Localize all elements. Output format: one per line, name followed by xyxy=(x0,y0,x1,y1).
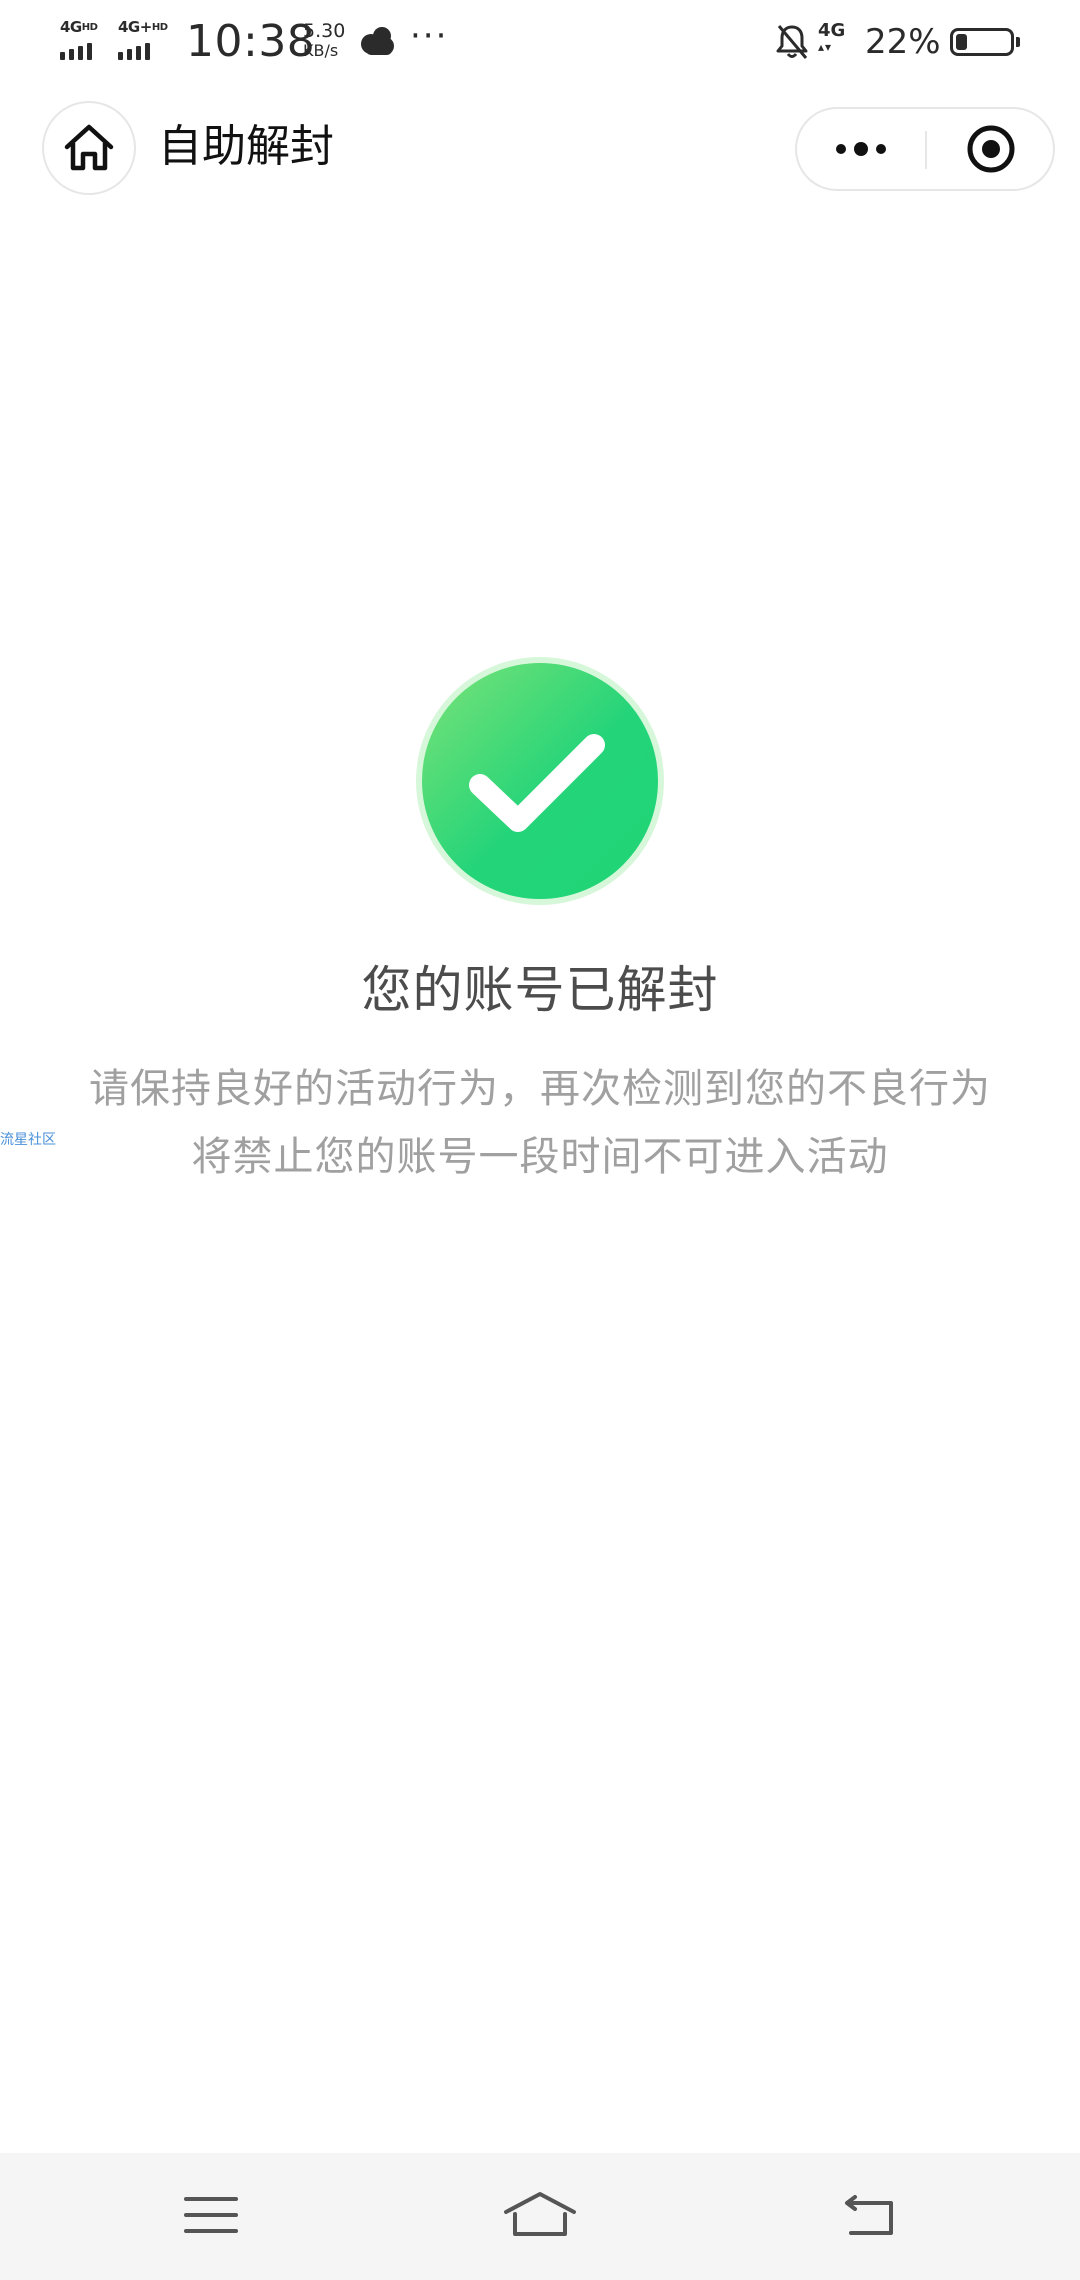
home-outline-icon xyxy=(504,2192,576,2236)
sim1-label: 4G xyxy=(60,18,82,36)
sim1-sup: HD xyxy=(81,22,98,33)
home-button[interactable] xyxy=(42,101,136,195)
check-circle-icon xyxy=(414,655,666,907)
result-desc-line1: 请保持良好的活动行为，再次检测到您的不良行为 xyxy=(89,1066,991,1112)
data-arrows-icon: ▴▾ xyxy=(818,40,833,54)
page-title: 自助解封 xyxy=(158,121,334,172)
system-home-button[interactable] xyxy=(480,2175,600,2255)
home-icon xyxy=(64,124,114,171)
data-type-label: 4G xyxy=(818,20,846,41)
watermark: 流星社区 xyxy=(0,1132,56,1148)
result-desc-line2: 将禁止您的账号一段时间不可进入活动 xyxy=(191,1134,889,1180)
menu-icon xyxy=(184,2197,238,2233)
recent-apps-button[interactable] xyxy=(151,2175,271,2255)
close-button[interactable] xyxy=(927,109,1055,189)
battery-icon xyxy=(950,28,1020,56)
clock: 10:38 xyxy=(186,16,316,67)
more-button[interactable] xyxy=(797,109,925,189)
sim2-label: 4G+ xyxy=(118,18,152,36)
back-icon xyxy=(845,2195,893,2235)
result-title: 您的账号已解封 xyxy=(361,961,719,1019)
menu-capsule xyxy=(795,107,1055,191)
speed-value: 5.30 xyxy=(303,20,346,42)
network-speed: 5.30 KB/s xyxy=(303,20,346,61)
nav-bar: 自助解封 xyxy=(0,95,1080,205)
back-button[interactable] xyxy=(810,2175,930,2255)
weather-cloud-icon xyxy=(358,24,398,60)
speed-unit: KB/s xyxy=(303,41,339,60)
screen: 4GHD 4G+HD 10:38 5.30 KB/s ··· 4G ▴▾ 22%… xyxy=(0,0,1080,2280)
status-bar: 4GHD 4G+HD 10:38 5.30 KB/s ··· 4G ▴▾ 22% xyxy=(0,0,1080,86)
more-dots-icon xyxy=(836,142,886,156)
system-nav-bar xyxy=(0,2153,1080,2280)
bell-muted-icon xyxy=(773,22,811,62)
sim2-signal-icon: 4G+HD xyxy=(118,20,178,60)
target-close-icon xyxy=(967,125,1015,173)
mobile-data-indicator: 4G ▴▾ xyxy=(818,20,846,55)
sim1-signal-icon: 4GHD xyxy=(60,20,108,60)
notification-overflow: ··· xyxy=(410,16,449,56)
battery-percent: 22% xyxy=(865,22,941,62)
result-description: 请保持良好的活动行为，再次检测到您的不良行为 将禁止您的账号一段时间不可进入活动 xyxy=(60,1055,1020,1191)
battery-level xyxy=(956,34,967,50)
sim2-sup: HD xyxy=(151,22,168,33)
